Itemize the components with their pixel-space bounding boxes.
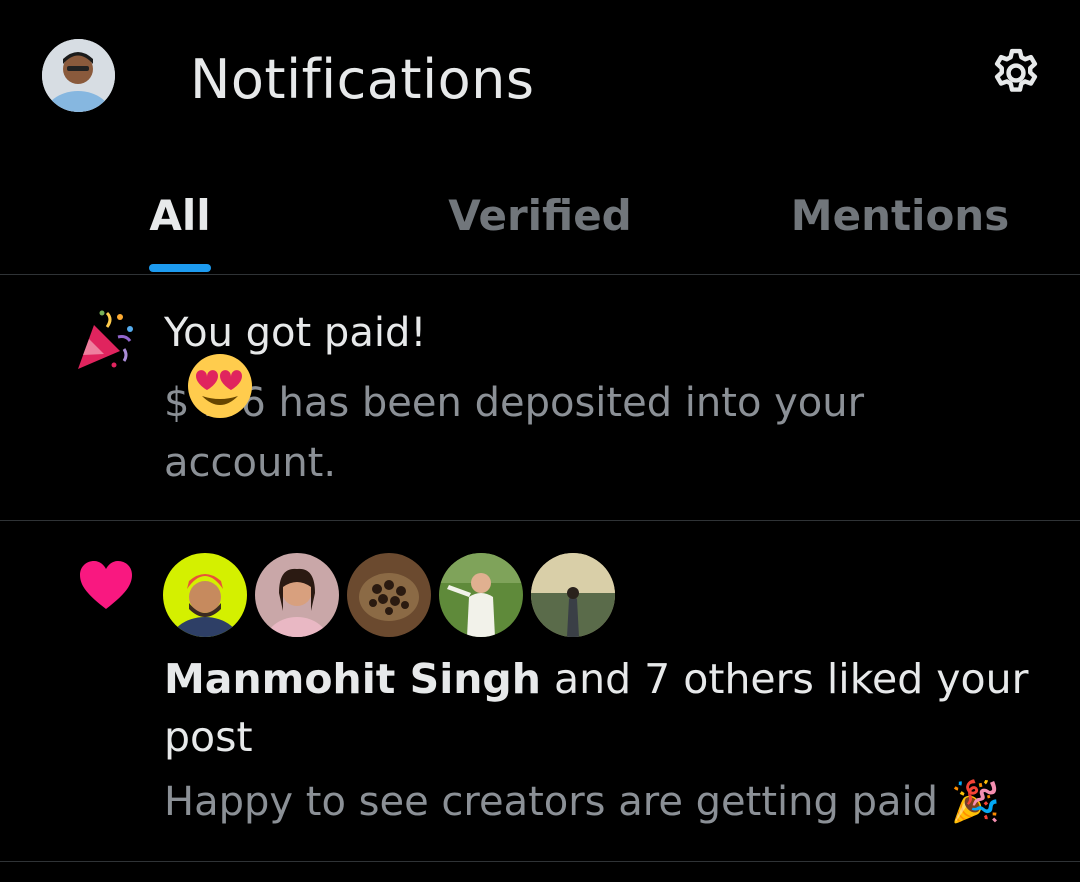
- avatar-4[interactable]: [438, 552, 524, 638]
- heart-icon: [80, 561, 132, 609]
- divider: [0, 861, 1080, 862]
- tab-all[interactable]: All: [149, 190, 210, 242]
- avatar-2[interactable]: [254, 552, 340, 638]
- tab-verified[interactable]: Verified: [448, 190, 631, 242]
- party-popper-icon: [78, 310, 133, 369]
- like-summary: Manmohit Singh and 7 others liked your p…: [164, 650, 1044, 766]
- avatar-5[interactable]: [530, 552, 616, 638]
- active-tab-indicator: [149, 264, 211, 272]
- avatar-manmohit[interactable]: [162, 552, 248, 638]
- tab-mentions[interactable]: Mentions: [791, 190, 1009, 242]
- page-title: Notifications: [190, 48, 535, 111]
- avatar-3[interactable]: [346, 552, 432, 638]
- actor-name[interactable]: Manmohit Singh: [164, 655, 541, 703]
- notification-payout[interactable]: You got paid! $ .56 has been deposited i…: [0, 275, 1080, 520]
- profile-avatar-image: [42, 39, 115, 112]
- tab-bar: All Verified Mentions: [0, 150, 1080, 274]
- notification-body: $ .56 has been deposited into your accou…: [164, 380, 865, 486]
- heart-eyes-emoji: [188, 354, 252, 418]
- post-snippet: Happy to see creators are getting paid 🎉: [164, 779, 1001, 825]
- gear-icon[interactable]: [988, 45, 1044, 101]
- header: Notifications: [0, 0, 1080, 150]
- profile-avatar[interactable]: [42, 39, 115, 112]
